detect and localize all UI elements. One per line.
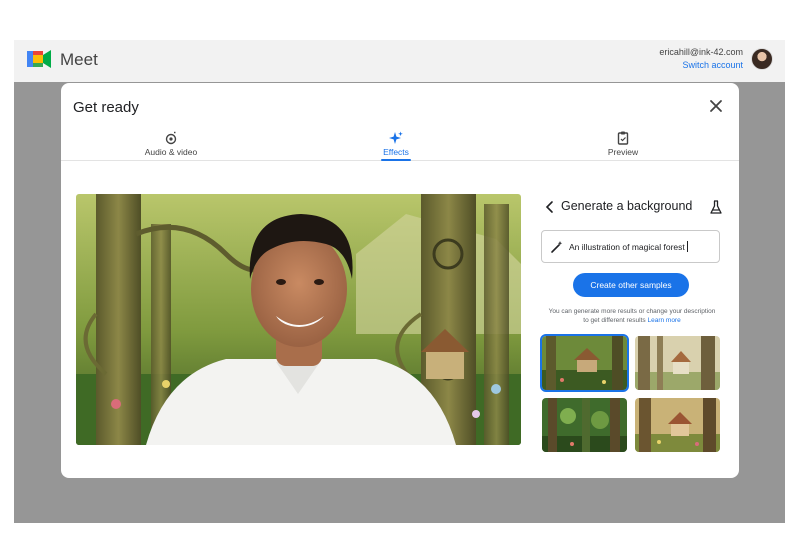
magic-wand-icon (551, 241, 563, 253)
account-info: ericahill@ink-42.com Switch account (659, 46, 743, 72)
prompt-value: An illustration of magical forest (569, 241, 688, 252)
tab-label: Audio & video (144, 147, 198, 157)
tab-bar: Audio & video Effects Preview (61, 127, 739, 161)
avatar[interactable] (751, 48, 773, 70)
tab-preview[interactable]: Preview (573, 127, 673, 161)
get-ready-dialog: Get ready Audio & video Effects Preview … (61, 83, 739, 478)
clipboard-icon (617, 131, 629, 145)
create-other-samples-button[interactable]: Create other samples (573, 273, 689, 297)
tab-label: Preview (607, 147, 639, 157)
background-prompt-input[interactable]: An illustration of magical forest (541, 230, 720, 263)
generator-title: Generate a background (561, 199, 693, 213)
flask-icon (710, 200, 722, 214)
learn-more-link[interactable]: Learn more (647, 317, 680, 324)
back-arrow-icon[interactable] (543, 199, 557, 215)
tab-label: Effects (383, 147, 409, 157)
camera-settings-icon (165, 131, 177, 145)
background-sample-3[interactable] (542, 398, 627, 452)
app-name: Meet (60, 50, 98, 69)
switch-account-link[interactable]: Switch account (659, 59, 743, 72)
video-preview (76, 194, 521, 445)
background-sample-2[interactable] (635, 336, 720, 390)
meet-screen: Meet ericahill@ink-42.com Switch account… (14, 40, 785, 523)
tab-audio-video[interactable]: Audio & video (121, 127, 221, 161)
meet-logo-icon (27, 50, 51, 68)
top-bar: Meet ericahill@ink-42.com Switch account (14, 40, 785, 82)
active-tab-indicator (381, 159, 411, 161)
tab-effects[interactable]: Effects (346, 127, 446, 161)
dialog-title: Get ready (73, 99, 139, 116)
account-email: ericahill@ink-42.com (659, 47, 743, 57)
generator-header: Generate a background (543, 197, 723, 219)
generator-hint: You can generate more results or change … (548, 308, 716, 324)
background-sample-4[interactable] (635, 398, 720, 452)
background-sample-1[interactable] (540, 334, 629, 392)
sparkle-icon (389, 131, 403, 144)
close-icon[interactable] (707, 97, 725, 115)
